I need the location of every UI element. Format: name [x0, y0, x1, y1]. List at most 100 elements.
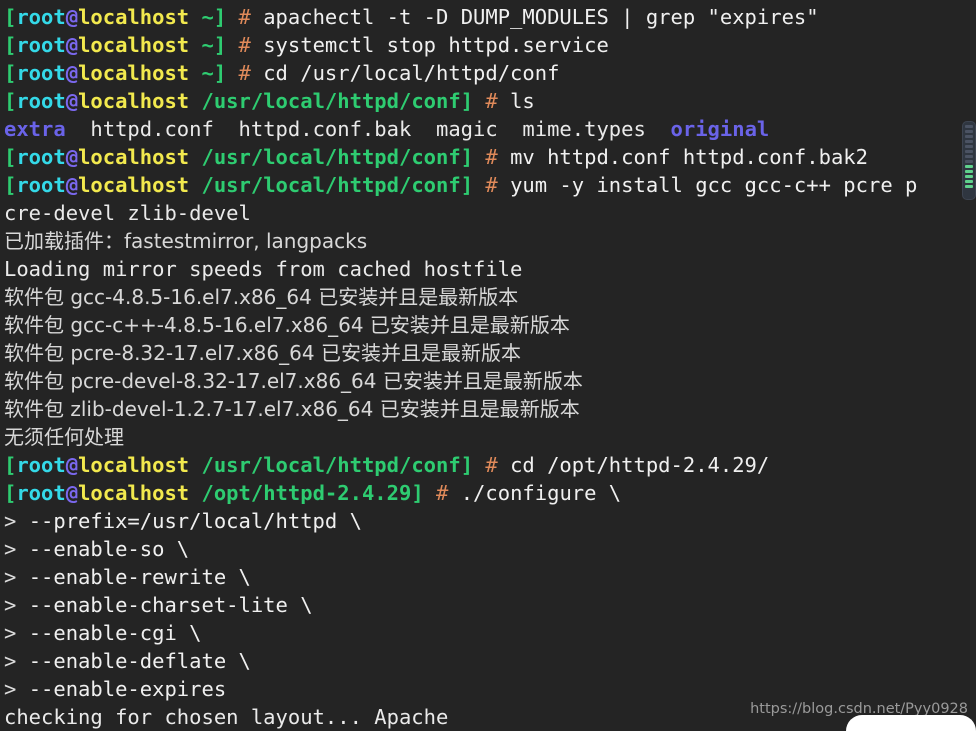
prompt-user: root	[16, 89, 66, 113]
output-text: 软件包 gcc-c++-4.8.5-16.el7.x86_64 已安装并且是最新…	[4, 313, 570, 337]
continuation-prompt: >	[4, 565, 29, 589]
prompt-open-bracket: [	[4, 33, 17, 57]
terminal-command: ls	[510, 89, 535, 113]
prompt-host: localhost	[78, 145, 190, 169]
output-text: Loading mirror speeds from cached hostfi…	[4, 257, 523, 281]
ls-entry-directory: extra	[4, 117, 66, 141]
prompt-hash: #	[485, 89, 498, 113]
terminal-command: cd /opt/httpd-2.4.29/	[510, 453, 770, 477]
scrollbar-track-ridge[interactable]	[965, 125, 973, 128]
prompt-hash: #	[485, 145, 498, 169]
scrollbar-thumb-ridge[interactable]	[965, 180, 973, 183]
ls-entry-directory: original	[670, 117, 770, 141]
terminal-prompt-line: [root@localhost /opt/httpd-2.4.29] # ./c…	[4, 479, 976, 507]
continuation-text: --enable-deflate \	[28, 649, 251, 673]
terminal-output: [root@localhost ~] # apachectl -t -D DUM…	[4, 3, 976, 731]
prompt-open-bracket: [	[4, 173, 17, 197]
scrollbar-track-ridge[interactable]	[965, 150, 973, 153]
prompt-path: /usr/local/httpd/conf	[201, 145, 461, 169]
prompt-user: root	[16, 145, 66, 169]
scrollbar-track-ridge[interactable]	[965, 140, 973, 143]
terminal-window[interactable]: [root@localhost ~] # apachectl -t -D DUM…	[0, 0, 976, 731]
continuation-text: --enable-charset-lite \	[28, 593, 313, 617]
prompt-user: root	[16, 481, 66, 505]
continuation-text: --enable-rewrite \	[28, 565, 251, 589]
bottom-overlay-pill	[846, 715, 976, 731]
terminal-command: systemctl stop httpd.service	[263, 33, 609, 57]
output-text: cre-devel zlib-devel	[4, 201, 251, 225]
ls-entry-file: httpd.conf.bak	[238, 117, 412, 141]
prompt-open-bracket: [	[4, 89, 17, 113]
terminal-prompt-line: [root@localhost /usr/local/httpd/conf] #…	[4, 87, 976, 115]
terminal-output-line: 软件包 gcc-c++-4.8.5-16.el7.x86_64 已安装并且是最新…	[4, 311, 976, 339]
terminal-prompt-line: [root@localhost /usr/local/httpd/conf] #…	[4, 451, 976, 479]
scrollbar-track-ridge[interactable]	[965, 130, 973, 133]
terminal-output-line: cre-devel zlib-devel	[4, 199, 976, 227]
prompt-at: @	[65, 145, 79, 169]
prompt-path: ~	[201, 33, 214, 57]
output-text: 软件包 gcc-4.8.5-16.el7.x86_64 已安装并且是最新版本	[4, 285, 519, 309]
continuation-prompt: >	[4, 509, 29, 533]
terminal-command: cd /usr/local/httpd/conf	[263, 61, 560, 85]
scrollbar-track-ridge[interactable]	[965, 135, 973, 138]
continuation-text: --enable-so \	[28, 537, 190, 561]
output-text: 软件包 pcre-devel-8.32-17.el7.x86_64 已安装并且是…	[4, 369, 583, 393]
ls-entry-file: magic	[436, 117, 498, 141]
scrollbar-track-ridge[interactable]	[965, 155, 973, 158]
continuation-text: --enable-cgi \	[28, 621, 202, 645]
prompt-close-bracket: ]	[460, 89, 474, 113]
prompt-close-bracket: ]	[213, 33, 227, 57]
terminal-output-line: 软件包 pcre-8.32-17.el7.x86_64 已安装并且是最新版本	[4, 339, 976, 367]
continuation-text: --enable-expires	[28, 677, 227, 701]
terminal-prompt-line: [root@localhost ~] # apachectl -t -D DUM…	[4, 3, 976, 31]
scrollbar-track-ridge[interactable]	[965, 160, 973, 163]
prompt-path: /opt/httpd-2.4.29	[201, 481, 412, 505]
prompt-hash: #	[238, 61, 251, 85]
terminal-continuation-line: > --enable-rewrite \	[4, 563, 976, 591]
terminal-command: yum -y install gcc gcc-c++ pcre p	[510, 173, 918, 197]
terminal-continuation-line: > --enable-so \	[4, 535, 976, 563]
output-text: 无须任何处理	[4, 425, 124, 449]
prompt-host: localhost	[78, 481, 190, 505]
continuation-prompt: >	[4, 537, 29, 561]
terminal-continuation-line: > --enable-charset-lite \	[4, 591, 976, 619]
vertical-scrollbar[interactable]	[962, 121, 976, 200]
prompt-hash: #	[436, 481, 449, 505]
prompt-at: @	[65, 89, 79, 113]
prompt-close-bracket: ]	[460, 145, 474, 169]
prompt-host: localhost	[78, 33, 190, 57]
prompt-close-bracket: ]	[213, 61, 227, 85]
terminal-prompt-line: [root@localhost ~] # systemctl stop http…	[4, 31, 976, 59]
scrollbar-track-ridge[interactable]	[965, 145, 973, 148]
output-text: 软件包 zlib-devel-1.2.7-17.el7.x86_64 已安装并且…	[4, 397, 580, 421]
terminal-command: mv httpd.conf httpd.conf.bak2	[510, 145, 868, 169]
scrollbar-thumb-ridge[interactable]	[965, 185, 973, 188]
prompt-user: root	[16, 61, 66, 85]
scrollbar-thumb-ridge[interactable]	[965, 175, 973, 178]
prompt-user: root	[16, 453, 66, 477]
prompt-close-bracket: ]	[460, 453, 474, 477]
prompt-close-bracket: ]	[213, 5, 227, 29]
scrollbar-thumb-ridge[interactable]	[965, 170, 973, 173]
prompt-open-bracket: [	[4, 61, 17, 85]
prompt-open-bracket: [	[4, 145, 17, 169]
prompt-hash: #	[485, 173, 498, 197]
prompt-host: localhost	[78, 61, 190, 85]
prompt-at: @	[65, 453, 79, 477]
terminal-prompt-line: [root@localhost ~] # cd /usr/local/httpd…	[4, 59, 976, 87]
scrollbar-thumb-ridge[interactable]	[965, 165, 973, 168]
continuation-prompt: >	[4, 621, 29, 645]
prompt-path: ~	[201, 61, 214, 85]
prompt-host: localhost	[78, 453, 190, 477]
terminal-output-line: 已加载插件：fastestmirror, langpacks	[4, 227, 976, 255]
prompt-close-bracket: ]	[460, 173, 474, 197]
terminal-prompt-line: [root@localhost /usr/local/httpd/conf] #…	[4, 171, 976, 199]
prompt-host: localhost	[78, 173, 190, 197]
prompt-path: /usr/local/httpd/conf	[201, 453, 461, 477]
terminal-prompt-line: [root@localhost /usr/local/httpd/conf] #…	[4, 143, 976, 171]
output-text: checking for chosen layout... Apache	[4, 705, 449, 729]
continuation-prompt: >	[4, 677, 29, 701]
terminal-command: apachectl -t -D DUMP_MODULES | grep "exp…	[263, 5, 819, 29]
prompt-open-bracket: [	[4, 453, 17, 477]
terminal-continuation-line: > --prefix=/usr/local/httpd \	[4, 507, 976, 535]
